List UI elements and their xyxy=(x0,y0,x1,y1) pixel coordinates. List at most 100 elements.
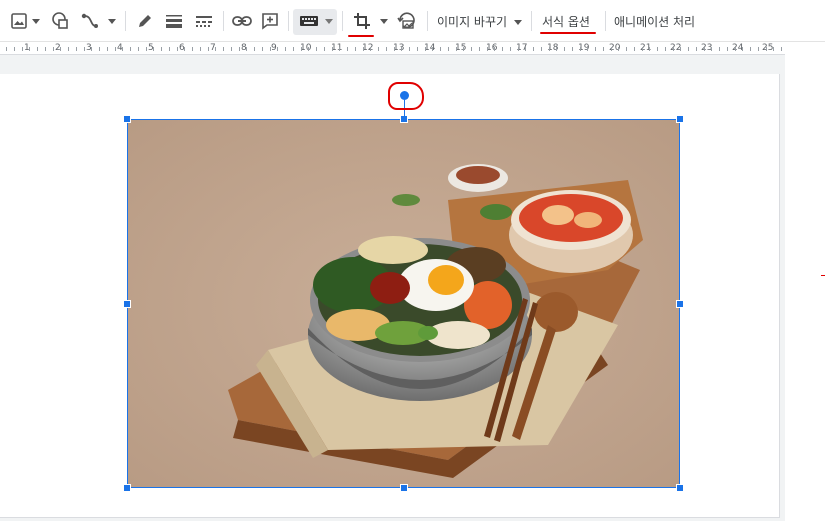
ruler-tick xyxy=(107,47,108,51)
ruler-label: 9 xyxy=(271,43,277,53)
resize-handle-bottom[interactable] xyxy=(400,484,408,492)
ruler-tick xyxy=(363,47,364,51)
add-comment-button[interactable] xyxy=(258,8,282,34)
resize-handle-right[interactable] xyxy=(676,300,684,308)
ruler-tick xyxy=(525,47,526,51)
bibimbap-image[interactable] xyxy=(127,119,680,488)
ruler-tick xyxy=(742,47,743,51)
ruler-tick xyxy=(673,47,674,51)
ruler-tick xyxy=(626,47,627,51)
ruler-tick xyxy=(246,47,247,51)
shape-icon xyxy=(50,11,70,31)
toolbar: 이미지 바꾸기 서식 옵션 애니메이션 처리 xyxy=(0,0,825,42)
ruler-tick xyxy=(22,47,23,51)
insert-link-button[interactable] xyxy=(229,8,255,34)
ruler-tick xyxy=(99,47,100,51)
reset-image-icon xyxy=(397,12,417,30)
resize-handle-left[interactable] xyxy=(123,300,131,308)
ruler-tick xyxy=(758,47,759,51)
chevron-down-icon xyxy=(325,18,333,24)
resize-handle-bottom-left[interactable] xyxy=(123,484,131,492)
ruler-tick xyxy=(169,47,170,51)
ruler-tick xyxy=(510,47,511,51)
ruler-tick xyxy=(479,47,480,51)
ruler-tick xyxy=(177,47,178,51)
animation-button[interactable]: 애니메이션 처리 xyxy=(614,13,695,30)
input-tools-toggle[interactable] xyxy=(296,8,336,34)
crop-image-button[interactable] xyxy=(350,8,374,34)
keyboard-icon xyxy=(299,15,319,27)
ruler-tick xyxy=(37,47,38,51)
link-icon xyxy=(232,15,252,27)
ruler-tick xyxy=(518,47,519,51)
ruler-tick xyxy=(401,47,402,51)
ruler-tick xyxy=(611,47,612,51)
ruler-tick xyxy=(301,47,302,51)
ruler-tick xyxy=(618,47,619,51)
ruler-tick xyxy=(463,47,464,51)
ruler-tick xyxy=(727,47,728,51)
pencil-icon xyxy=(137,13,153,29)
border-dash-icon xyxy=(195,13,213,29)
ruler-tick xyxy=(533,47,534,51)
ruler-tick xyxy=(657,47,658,51)
ruler-tick xyxy=(603,47,604,51)
ruler-tick xyxy=(254,47,255,51)
chevron-down-icon xyxy=(32,18,40,24)
ruler-tick xyxy=(122,47,123,51)
ruler-tick xyxy=(642,47,643,51)
ruler-tick xyxy=(556,47,557,51)
ruler-tick xyxy=(440,47,441,51)
ruler-tick xyxy=(417,47,418,51)
ruler-tick xyxy=(239,47,240,51)
ruler-tick xyxy=(680,47,681,51)
crop-options-dropdown[interactable] xyxy=(377,8,391,34)
ruler-tick xyxy=(649,47,650,51)
ruler-tick xyxy=(6,47,7,51)
chevron-down-icon xyxy=(108,18,116,24)
resize-handle-bottom-right[interactable] xyxy=(676,484,684,492)
ruler-tick xyxy=(549,47,550,51)
replace-image-button[interactable]: 이미지 바꾸기 xyxy=(437,13,507,30)
resize-handle-top-right[interactable] xyxy=(676,115,684,123)
ruler-tick xyxy=(378,47,379,51)
ruler-tick xyxy=(347,47,348,51)
ruler-tick xyxy=(425,47,426,51)
annotation-circle xyxy=(388,82,424,110)
ruler-tick xyxy=(448,47,449,51)
ruler-tick xyxy=(719,47,720,51)
reset-image-button[interactable] xyxy=(395,8,419,34)
ruler-tick xyxy=(634,47,635,51)
ruler-tick xyxy=(773,47,774,51)
ruler-tick xyxy=(502,47,503,51)
ruler-tick xyxy=(262,47,263,51)
ruler-tick xyxy=(696,47,697,51)
insert-image-button[interactable] xyxy=(8,8,42,34)
ruler-tick xyxy=(308,47,309,51)
format-options-button[interactable]: 서식 옵션 xyxy=(542,13,590,30)
annotation-mark xyxy=(821,275,825,276)
ruler-tick xyxy=(432,47,433,51)
ruler-tick xyxy=(735,47,736,51)
ruler-tick xyxy=(76,47,77,51)
ruler-tick xyxy=(208,47,209,51)
border-color-button[interactable] xyxy=(133,8,157,34)
ruler-label: 25 xyxy=(762,43,774,53)
add-comment-icon xyxy=(261,12,279,30)
border-weight-button[interactable] xyxy=(162,8,186,34)
shape-button[interactable] xyxy=(48,8,72,34)
ruler-tick xyxy=(138,47,139,51)
image-icon xyxy=(10,12,28,30)
ruler-tick xyxy=(277,47,278,51)
line-button[interactable] xyxy=(78,8,118,34)
ruler-tick xyxy=(572,47,573,51)
ruler-tick xyxy=(60,47,61,51)
resize-handle-top-left[interactable] xyxy=(123,115,131,123)
ruler-tick xyxy=(293,47,294,51)
ruler-tick xyxy=(564,47,565,51)
border-dash-button[interactable] xyxy=(192,8,216,34)
ruler-tick xyxy=(580,47,581,51)
ruler-tick xyxy=(386,47,387,51)
ruler-tick xyxy=(270,47,271,51)
ruler-tick xyxy=(339,47,340,51)
